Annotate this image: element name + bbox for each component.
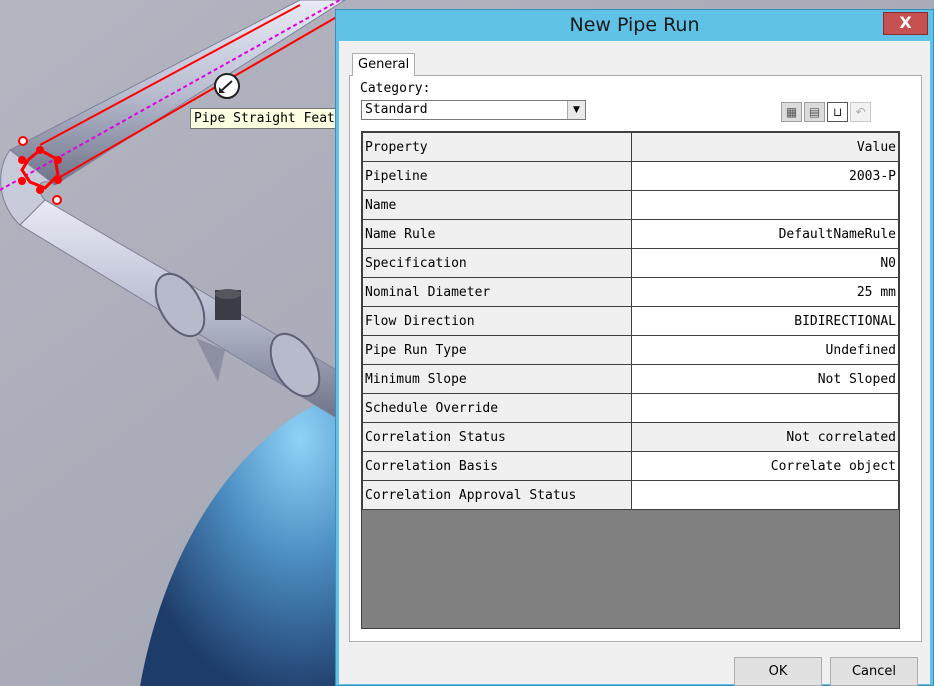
cancel-button[interactable]: Cancel — [830, 657, 918, 686]
handle-dot — [54, 176, 62, 184]
table-row[interactable]: Correlation Approval Status — [362, 480, 899, 510]
property-name: Pipe Run Type — [362, 335, 632, 365]
table-row[interactable]: Correlation Status Not correlated — [362, 422, 899, 452]
property-toolbar: ▦ ▤ ⊔ ↶ — [781, 102, 871, 124]
property-value[interactable] — [631, 190, 899, 220]
property-value[interactable]: N0 — [631, 248, 899, 278]
category-value: Standard — [365, 102, 428, 117]
dialog-title: New Pipe Run — [569, 14, 700, 36]
property-value[interactable] — [631, 393, 899, 423]
table-row[interactable]: Flow Direction BIDIRECTIONAL — [362, 306, 899, 336]
property-value[interactable]: Undefined — [631, 335, 899, 365]
handle-dot — [18, 136, 28, 146]
table-row[interactable]: Nominal Diameter 25 mm — [362, 277, 899, 307]
table-row[interactable]: Minimum Slope Not Sloped — [362, 364, 899, 394]
table-row[interactable]: Correlation Basis Correlate object — [362, 451, 899, 481]
general-tab-panel: Category: Standard ▼ ▦ ▤ ⊔ ↶ Property Va… — [349, 75, 922, 642]
property-name: Name Rule — [362, 219, 632, 249]
category-label: Category: — [360, 81, 431, 96]
property-value[interactable]: 25 mm — [631, 277, 899, 307]
handle-dot — [36, 146, 44, 154]
title-bar[interactable]: New Pipe Run X — [336, 10, 933, 41]
close-button[interactable]: X — [883, 12, 928, 35]
property-name: Correlation Status — [362, 422, 632, 452]
property-value[interactable]: 2003-P — [631, 161, 899, 191]
category-select[interactable]: Standard ▼ — [361, 100, 586, 120]
open-folder-icon[interactable]: ▤ — [804, 102, 825, 122]
table-row[interactable]: Pipe Run Type Undefined — [362, 335, 899, 365]
property-value[interactable]: BIDIRECTIONAL — [631, 306, 899, 336]
property-value[interactable]: Correlate object — [631, 451, 899, 481]
handle-dot — [52, 195, 62, 205]
header-value: Value — [631, 132, 899, 162]
structure-icon[interactable]: ▦ — [781, 102, 802, 122]
handle-dot — [36, 186, 44, 194]
table-row[interactable]: Specification N0 — [362, 248, 899, 278]
property-name: Correlation Approval Status — [362, 480, 632, 510]
table-row[interactable]: Name Rule DefaultNameRule — [362, 219, 899, 249]
header-property: Property — [362, 132, 632, 162]
valve-cap — [215, 289, 241, 299]
property-name: Minimum Slope — [362, 364, 632, 394]
property-name: Flow Direction — [362, 306, 632, 336]
table-row[interactable]: Name — [362, 190, 899, 220]
table-row[interactable]: Schedule Override — [362, 393, 899, 423]
dialog-client-area: General Category: Standard ▼ ▦ ▤ ⊔ ↶ Pro… — [339, 41, 930, 686]
handle-dot — [18, 156, 26, 164]
tab-general[interactable]: General — [352, 53, 416, 76]
property-value[interactable]: Not Sloped — [631, 364, 899, 394]
property-name: Correlation Basis — [362, 451, 632, 481]
pipe-icon[interactable]: ⊔ — [827, 102, 848, 122]
grid-header-row: Property Value — [362, 132, 899, 162]
table-row[interactable]: Pipeline 2003-P — [362, 161, 899, 191]
property-value[interactable] — [631, 480, 899, 510]
property-name: Pipeline — [362, 161, 632, 191]
property-name: Name — [362, 190, 632, 220]
property-grid: Property Value Pipeline 2003-P Name Name Ru… — [361, 131, 900, 629]
undo-icon[interactable]: ↶ — [850, 102, 871, 122]
property-value[interactable]: DefaultNameRule — [631, 219, 899, 249]
property-value[interactable]: Not correlated — [631, 422, 899, 452]
ok-button[interactable]: OK — [734, 657, 822, 686]
handle-dot — [54, 156, 62, 164]
chevron-down-icon[interactable]: ▼ — [567, 101, 585, 119]
handle-dot — [18, 177, 26, 185]
property-name: Specification — [362, 248, 632, 278]
new-pipe-run-dialog: New Pipe Run X General Category: Standar… — [335, 9, 934, 686]
property-name: Nominal Diameter — [362, 277, 632, 307]
property-name: Schedule Override — [362, 393, 632, 423]
